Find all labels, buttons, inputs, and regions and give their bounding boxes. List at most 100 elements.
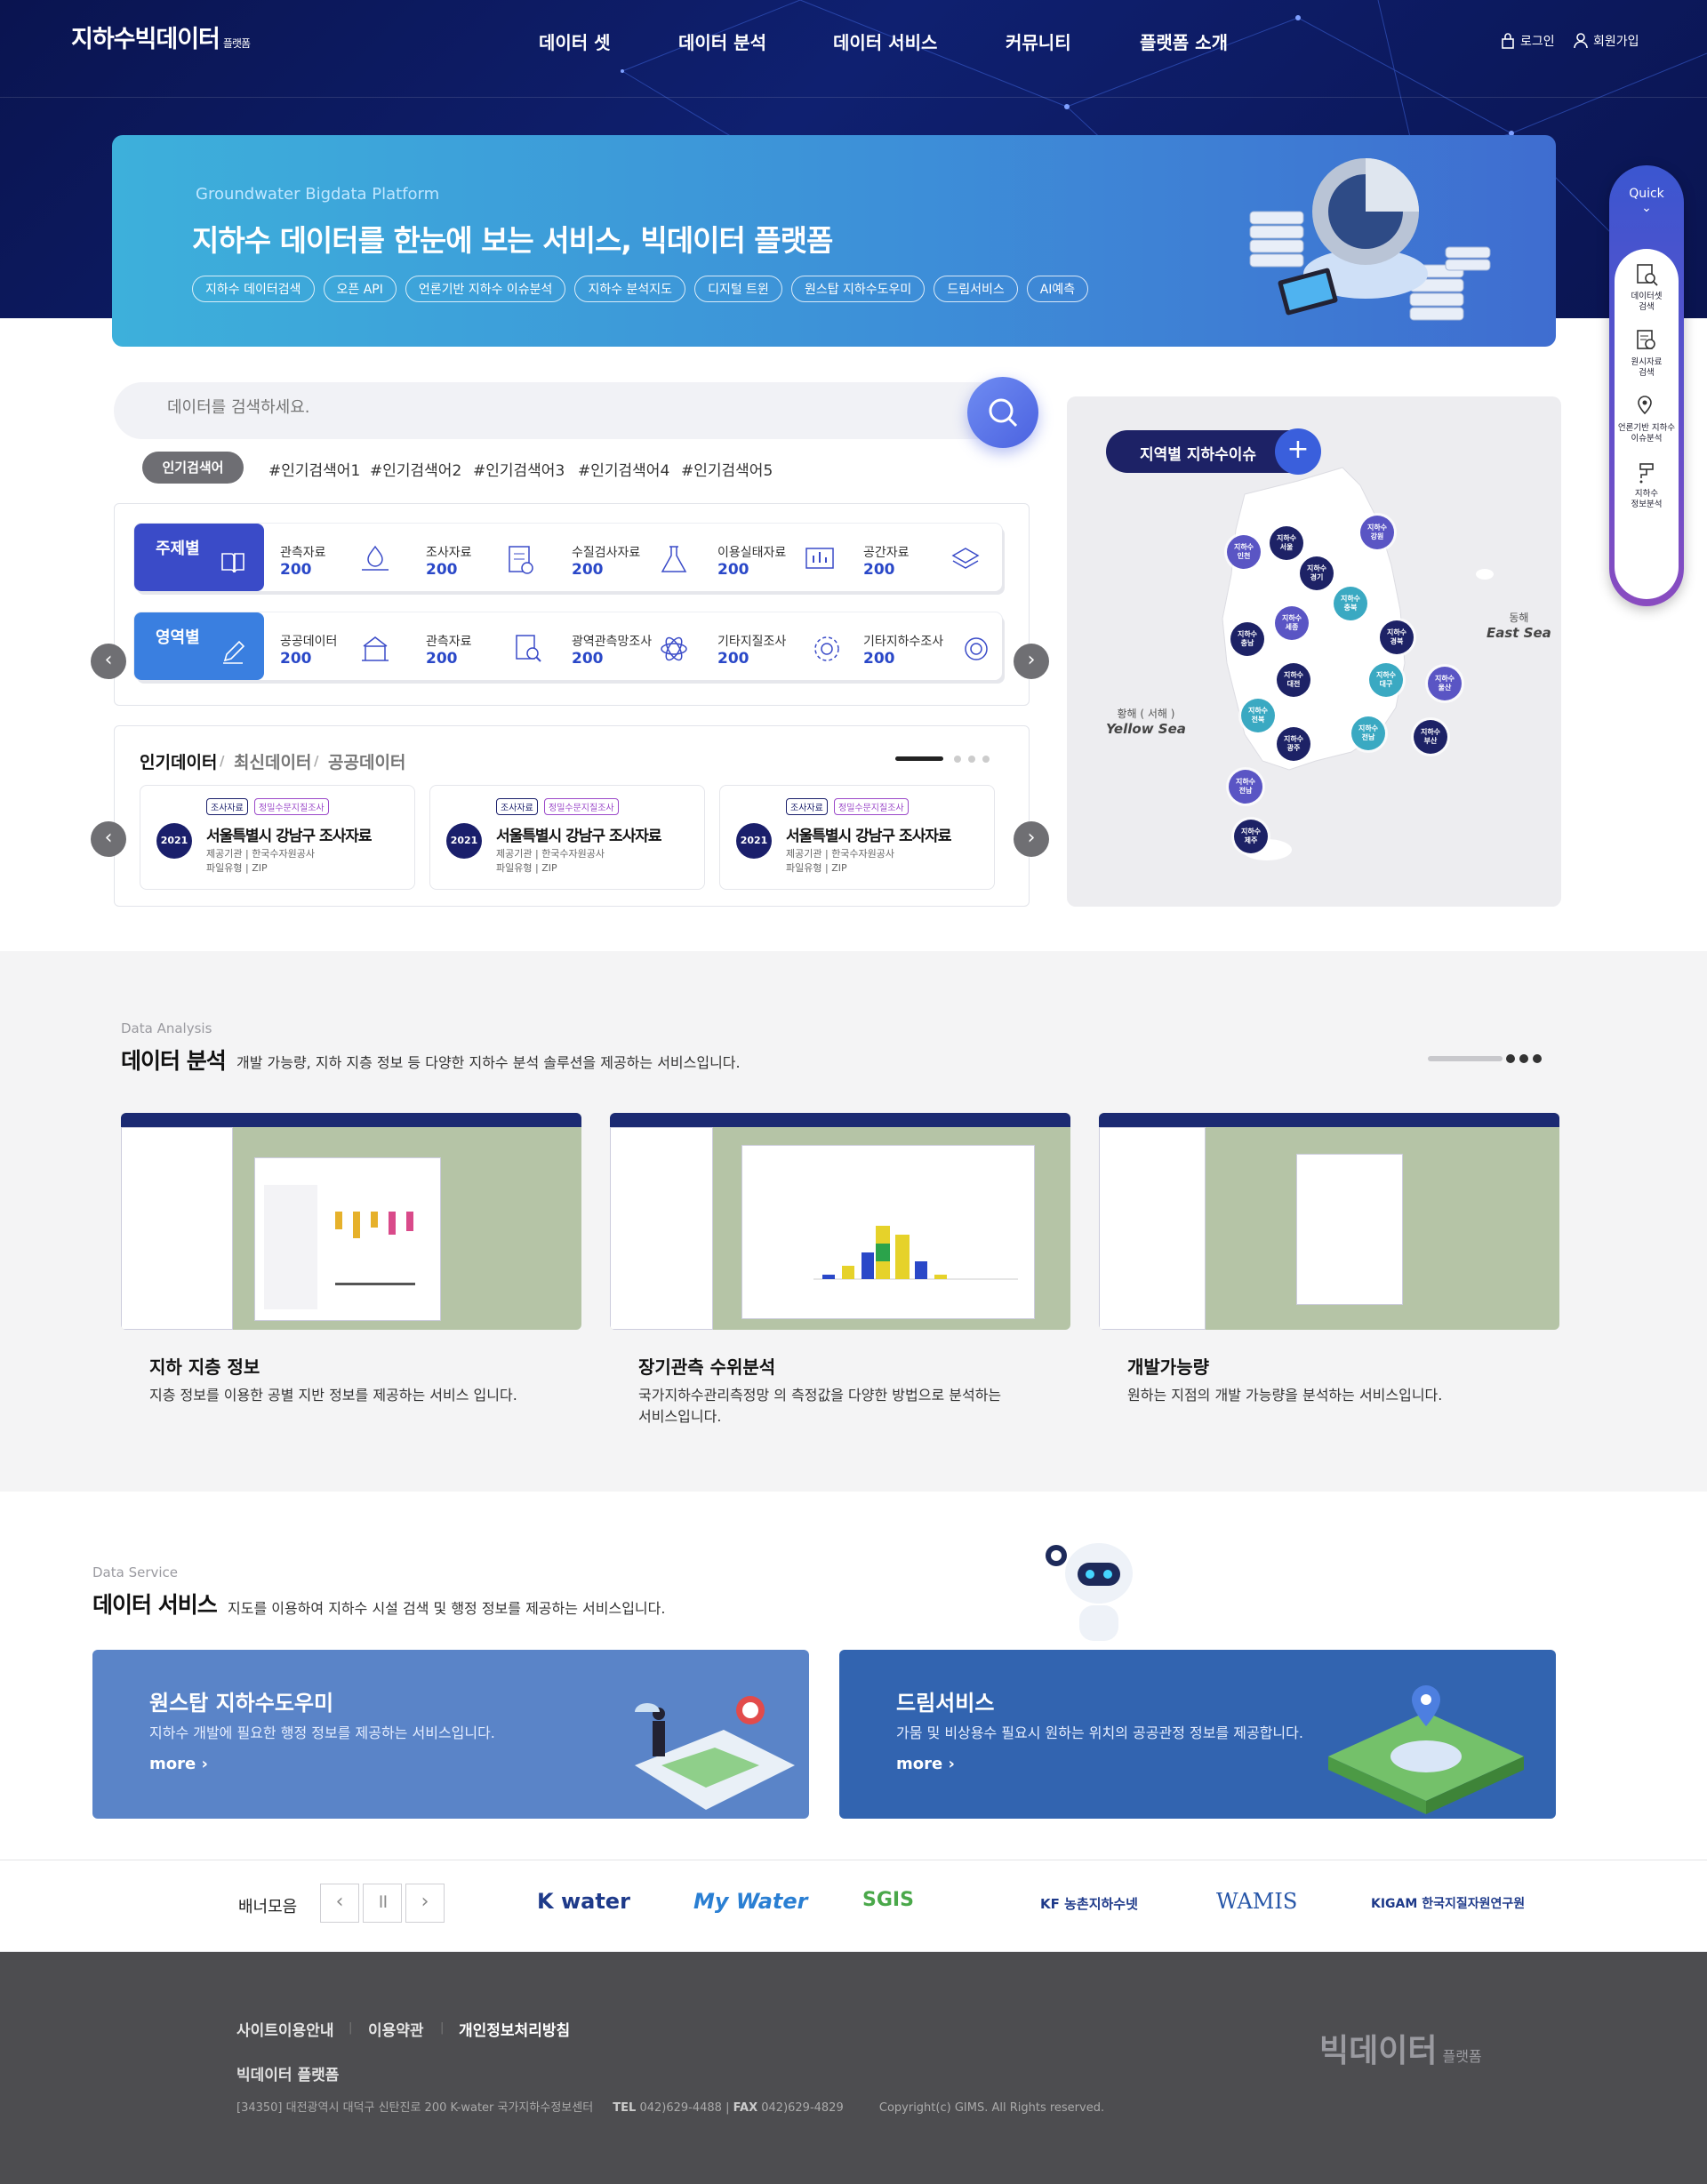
analysis-item-title[interactable]: 장기관측 수위분석	[638, 1353, 775, 1379]
popular-keyword[interactable]: #인기검색어2	[370, 458, 461, 480]
tab-popular-data[interactable]: 인기데이터	[140, 749, 217, 773]
partner-logo-wamis[interactable]: WAMIS	[1216, 1889, 1297, 1914]
analysis-screenshot-capacity[interactable]	[1099, 1113, 1559, 1330]
region-issue-button[interactable]: 지역별 지하수이슈 +	[1106, 428, 1321, 475]
map-region-pin[interactable]: 지하수 경북	[1380, 620, 1414, 654]
map-region-pin[interactable]: 지하수 부산	[1414, 720, 1447, 754]
korea-map[interactable]	[1067, 396, 1561, 907]
hero-tag[interactable]: 오픈 API	[323, 276, 397, 302]
partner-logo-kigam[interactable]: KIGAM 한국지질자원연구원	[1371, 1894, 1525, 1912]
nav-community[interactable]: 커뮤니티	[1006, 28, 1071, 54]
data-prev-button[interactable]: ‹	[91, 821, 126, 857]
nav-data-service[interactable]: 데이터 서비스	[833, 28, 937, 54]
footer-link-terms[interactable]: 이용약관	[368, 2018, 424, 2040]
map-region-pin[interactable]: 지하수 전남	[1229, 770, 1262, 804]
footer-link-guide[interactable]: 사이트이용안내	[236, 2018, 333, 2040]
pin-label: 지하수	[1276, 534, 1297, 542]
map-region-pin[interactable]: 지하수 전남	[1351, 716, 1385, 750]
map-region-pin[interactable]: 지하수 대전	[1277, 663, 1310, 697]
partner-logo-sgis[interactable]: SGIS	[862, 1889, 914, 1911]
map-region-pin[interactable]: 지하수 충남	[1230, 622, 1264, 656]
signup-label: 회원가입	[1593, 35, 1639, 49]
popular-keyword[interactable]: #인기검색어4	[578, 458, 669, 480]
category-item-name: 관측자료	[426, 635, 472, 649]
category-next-button[interactable]: ›	[1014, 644, 1049, 679]
banner-pause-button[interactable]: ॥	[363, 1884, 402, 1923]
filetype-value: ZIP	[541, 862, 557, 874]
nav-dataset[interactable]: 데이터 셋	[539, 28, 611, 54]
top-navigation-bar: 지하수빅데이터 플랫폼 데이터 셋 데이터 분석 데이터 서비스 커뮤니티 플랫폼…	[0, 0, 1707, 98]
map-region-pin[interactable]: 지하수 충북	[1334, 587, 1367, 620]
map-region-pin[interactable]: 지하수 경기	[1300, 556, 1334, 590]
data-card[interactable]: 2021 조사자료 정밀수문지질조사 서울특별시 강남구 조사자료 제공기관 |…	[429, 785, 705, 890]
analysis-screenshot-strata[interactable]	[121, 1113, 581, 1330]
map-region-pin[interactable]: 지하수 제주	[1234, 820, 1268, 853]
search-button[interactable]	[967, 377, 1038, 448]
category-prev-button[interactable]: ‹	[91, 644, 126, 679]
service-card-onestop[interactable]: 원스탑 지하수도우미 지하수 개발에 필요한 행정 정보를 제공하는 서비스입니…	[92, 1650, 809, 1819]
banner-prev-button[interactable]: ‹	[320, 1884, 359, 1923]
service-card-title: 원스탑 지하수도우미	[149, 1691, 334, 1716]
data-card[interactable]: 2021 조사자료 정밀수문지질조사 서울특별시 강남구 조사자료 제공기관 |…	[140, 785, 415, 890]
popular-keyword[interactable]: #인기검색어1	[268, 458, 360, 480]
hero-tag[interactable]: 드림서비스	[934, 276, 1018, 302]
login-link[interactable]: 로그인	[1501, 32, 1555, 50]
search-input[interactable]	[167, 398, 878, 417]
popular-keyword[interactable]: #인기검색어3	[473, 458, 565, 480]
hero-tag[interactable]: AI예측	[1026, 276, 1089, 302]
signup-link[interactable]: 회원가입	[1574, 32, 1639, 50]
nav-data-analysis[interactable]: 데이터 분석	[678, 28, 766, 54]
quick-item-raw-search[interactable]: 원시자료 검색	[1615, 327, 1679, 379]
quick-menu-title[interactable]: Quick ⌄	[1609, 187, 1684, 215]
banner-next-button[interactable]: ›	[405, 1884, 445, 1923]
category-head-subject[interactable]: 주제별	[134, 524, 264, 591]
hero-tag[interactable]: 지하수 분석지도	[574, 276, 686, 302]
analysis-item-title[interactable]: 개발가능량	[1127, 1353, 1209, 1379]
tab-recent-data[interactable]: 최신데이터	[234, 749, 311, 773]
pager-dot[interactable]	[982, 756, 990, 763]
map-region-pin[interactable]: 지하수 강원	[1360, 516, 1394, 549]
dream-illustration	[1328, 1685, 1524, 1814]
footer-separator: |	[440, 2021, 445, 2035]
slider-dot[interactable]	[1533, 1054, 1542, 1063]
partner-logo-mywater[interactable]: My Water	[693, 1889, 808, 1914]
data-card[interactable]: 2021 조사자료 정밀수문지질조사 서울특별시 강남구 조사자료 제공기관 |…	[719, 785, 995, 890]
map-region-pin[interactable]: 지하수 광주	[1277, 727, 1310, 761]
map-region-pin[interactable]: 지하수 울산	[1428, 667, 1462, 700]
service-title: 데이터 서비스	[92, 1592, 218, 1618]
analysis-screenshot-waterlevel[interactable]	[610, 1113, 1070, 1330]
quick-item-digital-twin[interactable]: 디지털 트윈	[1615, 503, 1679, 544]
pager-active-dot[interactable]	[895, 756, 943, 761]
analysis-item-title[interactable]: 지하 지층 정보	[149, 1353, 260, 1379]
pager-dot[interactable]	[954, 756, 961, 763]
slider-dot[interactable]	[1519, 1054, 1528, 1063]
hero-tag[interactable]: 원스탑 지하수도우미	[790, 276, 926, 302]
popular-keyword[interactable]: #인기검색어5	[681, 458, 773, 480]
pager-dot[interactable]	[968, 756, 975, 763]
more-link[interactable]: more ›	[149, 1755, 208, 1773]
slider-track[interactable]	[1428, 1056, 1503, 1061]
category-head-area[interactable]: 영역별	[134, 612, 264, 680]
slider-dot[interactable]	[1506, 1054, 1515, 1063]
map-region-pin[interactable]: 지하수 대구	[1369, 663, 1403, 697]
quick-item-dataset-search[interactable]: 데이터셋 검색	[1615, 261, 1679, 313]
partner-logo-kwater[interactable]: K water	[537, 1889, 630, 1914]
site-logo[interactable]: 지하수빅데이터 플랫폼	[71, 20, 251, 54]
tab-public-data[interactable]: 공공데이터	[328, 749, 405, 773]
region-issue-label: 지역별 지하수이슈	[1140, 446, 1257, 464]
service-card-dream[interactable]: 드림서비스 가뭄 및 비상용수 필요시 원하는 위치의 공공관정 정보를 제공합…	[839, 1650, 1556, 1819]
quick-item-issue-analysis[interactable]: 언론기반 지하수 이슈분석	[1615, 393, 1679, 444]
map-region-pin[interactable]: 지하수 서울	[1270, 526, 1303, 560]
more-link[interactable]: more ›	[896, 1755, 955, 1773]
map-region-pin[interactable]: 지하수 전북	[1241, 699, 1275, 732]
hero-tag[interactable]: 디지털 트윈	[694, 276, 782, 302]
map-region-pin[interactable]: 지하수 인천	[1227, 535, 1261, 569]
hero-tag[interactable]: 지하수 데이터검색	[192, 276, 315, 302]
hero-title: 지하수 데이터를 한눈에 보는 서비스, 빅데이터 플랫폼	[192, 223, 833, 258]
footer-link-privacy[interactable]: 개인정보처리방침	[459, 2018, 570, 2040]
map-region-pin[interactable]: 지하수 세종	[1275, 606, 1309, 640]
hero-tag[interactable]: 언론기반 지하수 이슈분석	[405, 276, 566, 302]
partner-logo-kf[interactable]: KF 농촌지하수넷	[1040, 1894, 1138, 1913]
nav-platform-intro[interactable]: 플랫폼 소개	[1140, 28, 1228, 54]
data-next-button[interactable]: ›	[1014, 821, 1049, 857]
